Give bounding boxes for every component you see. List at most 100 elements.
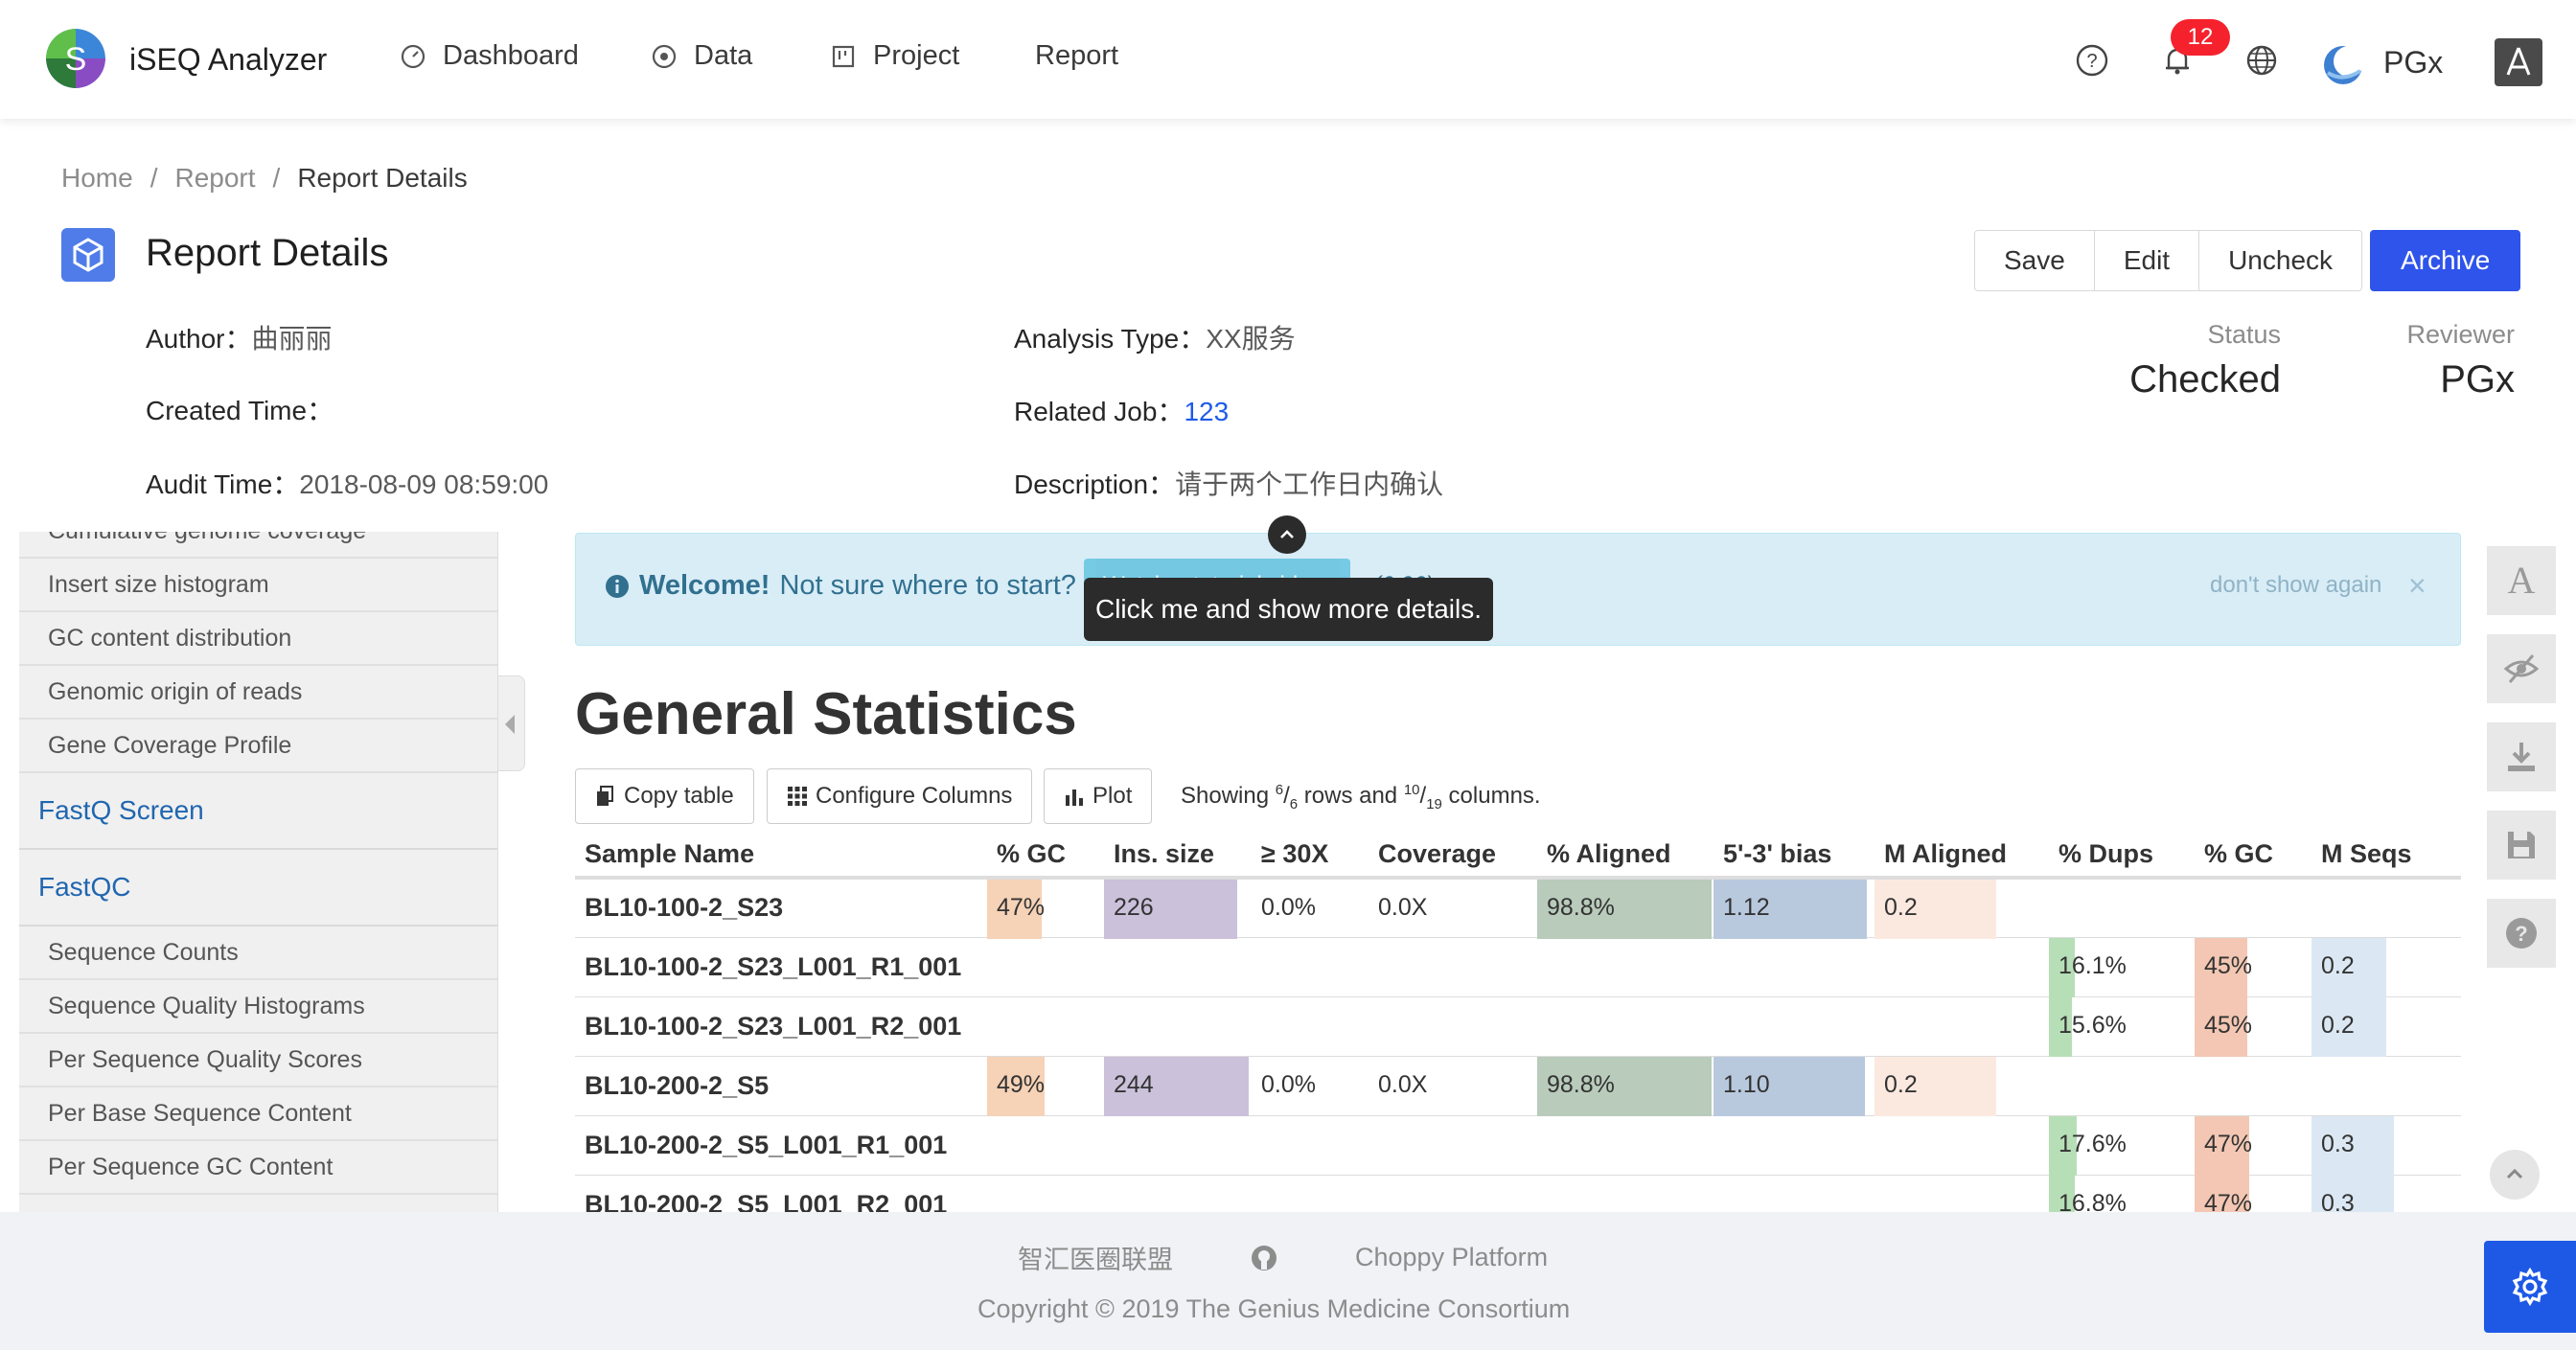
stat-cell: 17.6% [2049, 1115, 2195, 1176]
edit-button[interactable]: Edit [2094, 230, 2200, 291]
nav-dashboard-label: Dashboard [443, 40, 579, 71]
report-sidebar[interactable]: Cumulative genome coverage Insert size h… [19, 532, 498, 1212]
plot-button[interactable]: Plot [1044, 768, 1153, 824]
svg-text:A: A [2508, 561, 2536, 600]
column-header[interactable]: ≥ 30X [1252, 832, 1368, 880]
download-icon [2508, 743, 2535, 771]
general-statistics-title: General Statistics [575, 681, 1077, 747]
app-logo-icon[interactable]: S [46, 29, 105, 88]
settings-button[interactable] [2484, 1241, 2576, 1333]
column-header[interactable]: M Seqs [2312, 832, 2461, 880]
stat-cell [1537, 996, 1714, 1057]
stat-cell [1252, 937, 1368, 997]
stat-cell: 16.8% [2049, 1175, 2195, 1212]
dont-show-again-link[interactable]: don't show again [2210, 572, 2381, 599]
stat-cell [2049, 1056, 2195, 1116]
breadcrumb-home[interactable]: Home [61, 163, 133, 194]
general-statistics-table-container[interactable]: Sample Name% GC Ins. size ≥ 30X Coverage% A… [575, 832, 2461, 1212]
gear-icon [2512, 1267, 2548, 1307]
github-icon[interactable] [1250, 1244, 1278, 1272]
footer-link-choppy[interactable]: Choppy Platform [1355, 1243, 1548, 1272]
footer-links: 智汇医圈联盟 Choppy Platform [1018, 1239, 1548, 1276]
status-value: Checked [2129, 358, 2281, 400]
status-label: Status [2207, 320, 2281, 349]
visibility-tool[interactable] [2487, 634, 2556, 703]
column-header[interactable]: M Aligned [1874, 832, 2049, 880]
stat-cell: 47% [2195, 1175, 2312, 1212]
stat-cell [1874, 1175, 2049, 1212]
sidebar-item[interactable]: Per Base Sequence Content [19, 1087, 497, 1141]
cell-value: 0.0X [1378, 894, 1428, 921]
app-title[interactable]: iSEQ Analyzer [129, 42, 327, 78]
stat-cell [2195, 878, 2312, 938]
related-job-link[interactable]: 123 [1184, 397, 1229, 426]
user-avatar[interactable] [2322, 44, 2364, 86]
stat-cell [1104, 1115, 1252, 1176]
column-header[interactable]: % GC [987, 832, 1104, 880]
download-tool[interactable] [2487, 722, 2556, 791]
report-cube-icon [61, 228, 115, 282]
column-header[interactable]: Ins. size [1104, 832, 1252, 880]
help-icon[interactable]: ? [2074, 42, 2110, 79]
sidebar-item[interactable]: Genomic origin of reads [19, 666, 497, 720]
nav-report[interactable]: Report [1035, 40, 1118, 72]
sidebar-item[interactable]: Per Sequence GC Content [19, 1141, 497, 1195]
save-button[interactable]: Save [1974, 230, 2095, 291]
column-header[interactable]: Sample Name [575, 832, 987, 880]
archive-button[interactable]: Archive [2370, 230, 2521, 291]
sidebar-item[interactable]: Sequence Quality Histograms [19, 980, 497, 1034]
breadcrumb-report[interactable]: Report [174, 163, 255, 194]
sidebar-item[interactable]: Per Sequence Quality Scores [19, 1034, 497, 1087]
collapse-header-button[interactable] [1268, 515, 1306, 554]
column-header[interactable]: % Dups [2049, 832, 2195, 880]
sidebar-item[interactable]: Sequence Counts [19, 927, 497, 980]
cols-word: columns. [1448, 783, 1541, 809]
chevron-up-icon [1280, 530, 1294, 538]
sidebar-section-fastq-screen[interactable]: FastQ Screen [19, 773, 497, 850]
nav-data[interactable]: Data [650, 40, 752, 72]
sidebar-item[interactable]: Insert size histogram [19, 559, 497, 612]
stat-cell: 0.2 [2312, 937, 2461, 997]
reviewer-value: PGx [2440, 358, 2515, 400]
sidebar-item[interactable]: GC content distribution [19, 612, 497, 666]
table-row: BL10-200-2_S5_L001_R2_001 16.8% 47% 0.3 [575, 1175, 2461, 1212]
scroll-to-top-button[interactable] [2490, 1150, 2540, 1200]
stat-cell [1874, 937, 2049, 997]
nav-project[interactable]: Project [829, 40, 959, 72]
stat-cell [2312, 878, 2461, 938]
stat-cell: 0.0% [1252, 878, 1368, 938]
report-actions: Save Edit Uncheck Archive [1974, 230, 2521, 291]
sidebar-section-fastqc[interactable]: FastQC [19, 850, 497, 927]
column-header[interactable]: % GC [2195, 832, 2312, 880]
audit-time-field: Audit Time：2018-08-09 08:59:00 [146, 464, 548, 502]
globe-icon[interactable] [2243, 42, 2280, 79]
uncheck-button[interactable]: Uncheck [2199, 230, 2363, 291]
column-header[interactable]: 5'-3' bias [1714, 832, 1874, 880]
stat-cell [1252, 996, 1368, 1057]
copy-table-label: Copy table [624, 783, 734, 809]
configure-columns-button[interactable]: Configure Columns [767, 768, 1033, 824]
column-header[interactable]: Coverage [1368, 832, 1537, 880]
save-tool[interactable] [2487, 811, 2556, 880]
stat-cell: 98.8% [1537, 878, 1714, 939]
sample-name-cell: BL10-200-2_S5_L001_R1_001 [575, 1115, 987, 1176]
font-size-tool[interactable]: A [2487, 546, 2556, 615]
cell-value: 45% [2204, 1011, 2253, 1039]
nav-dashboard[interactable]: Dashboard [399, 40, 579, 72]
description-label: Description： [1014, 469, 1176, 499]
app-switcher-icon[interactable] [2495, 38, 2542, 86]
help-tool[interactable]: ? [2487, 899, 2556, 968]
close-icon[interactable]: × [2408, 568, 2426, 604]
user-name[interactable]: PGx [2383, 45, 2443, 80]
sidebar-item[interactable]: Gene Coverage Profile [19, 720, 497, 773]
stat-cell [1537, 1115, 1714, 1176]
author-field: Author：曲丽丽 [146, 318, 333, 356]
footer-link-consortium[interactable]: 智汇医圈联盟 [1018, 1239, 1173, 1276]
stat-cell [1874, 996, 2049, 1057]
sidebar-collapse-handle[interactable] [498, 675, 525, 771]
sidebar-item[interactable]: Cumulative genome coverage [19, 532, 497, 559]
column-header[interactable]: % Aligned [1537, 832, 1714, 880]
copy-table-button[interactable]: Copy table [575, 768, 754, 824]
stat-cell [1368, 996, 1537, 1057]
cell-value: 1.10 [1723, 1070, 1770, 1098]
